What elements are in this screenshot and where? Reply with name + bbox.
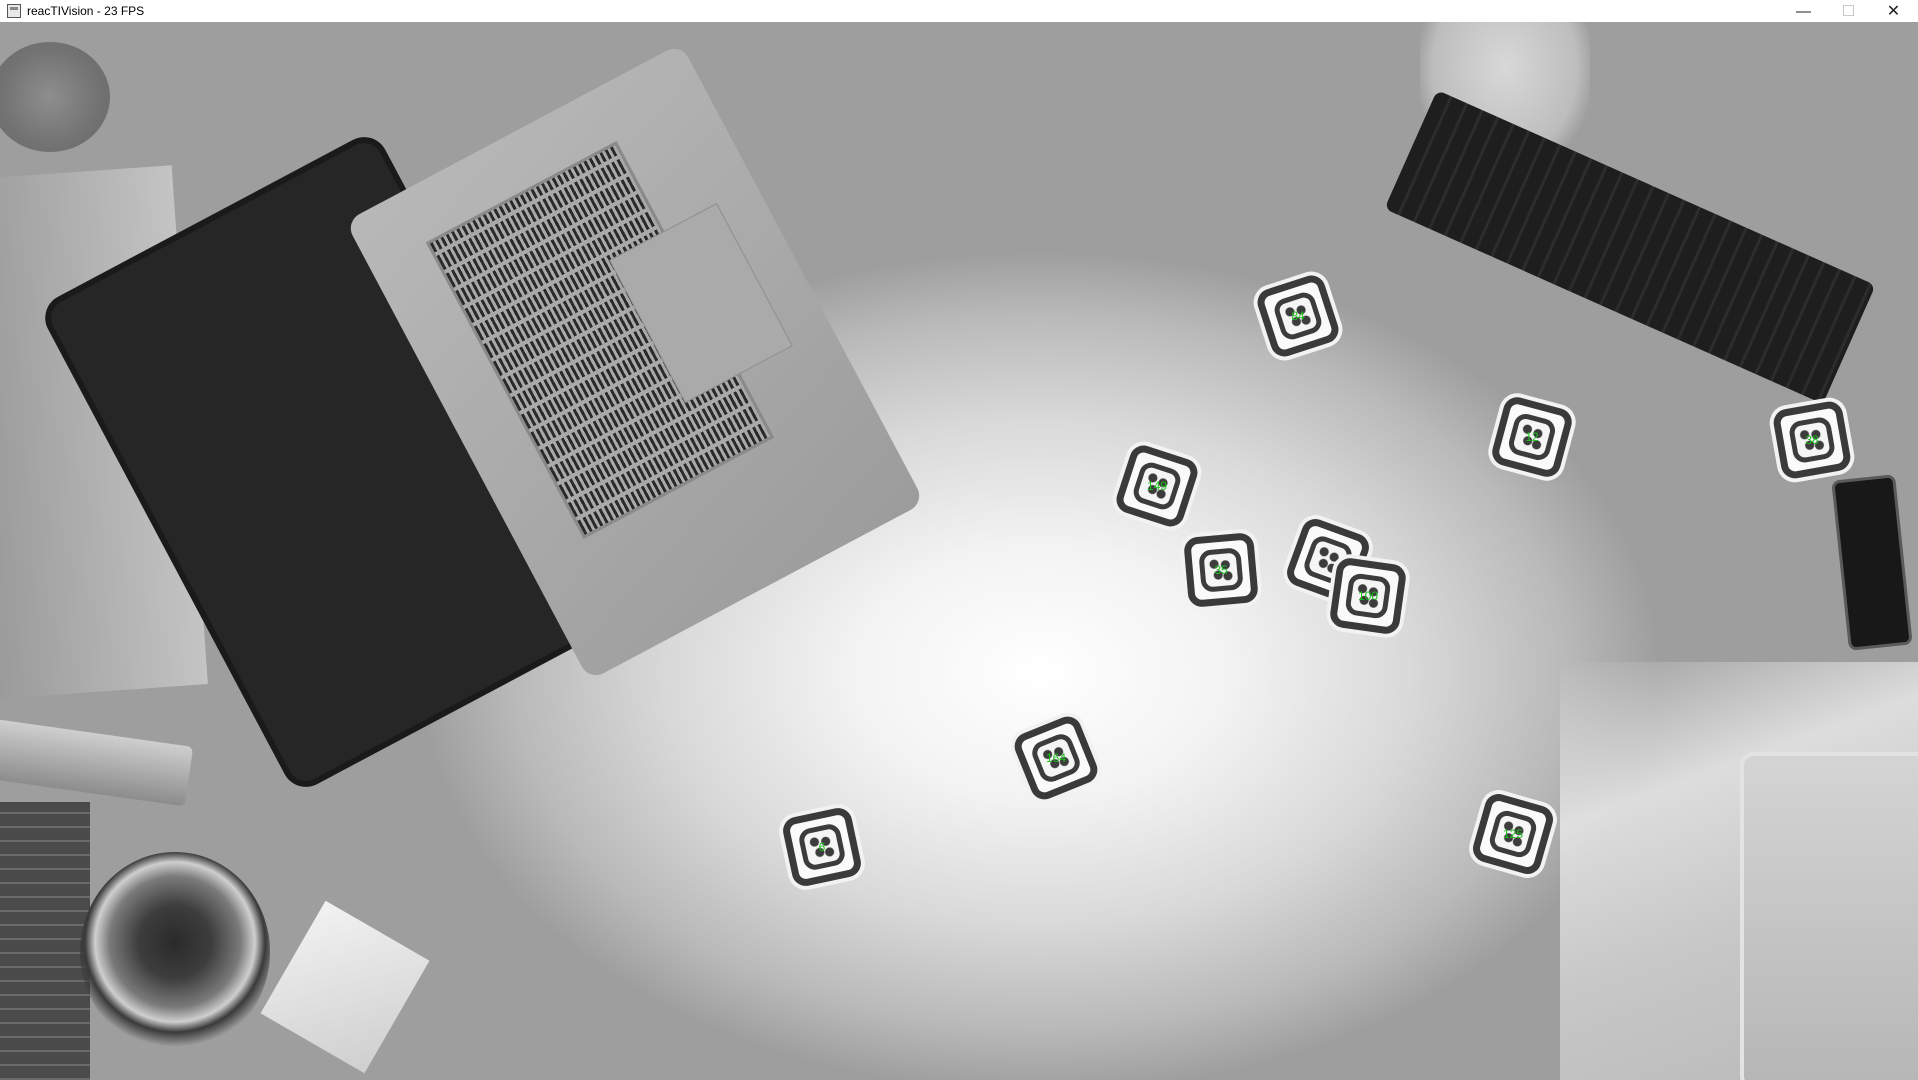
phone-object xyxy=(1831,474,1913,651)
fiducial-id-label: 84 xyxy=(1291,309,1305,323)
fiducial-id-label: 149 xyxy=(1146,479,1168,493)
fiducial-id-label: 125 xyxy=(1502,827,1524,841)
app-window-icon xyxy=(7,4,21,18)
fiducial-id-label: 12 xyxy=(1525,430,1539,444)
fiducial-id-label: 164 xyxy=(1045,751,1067,765)
window-title: reacTIVision - 23 FPS xyxy=(27,4,145,18)
tube-object xyxy=(0,717,194,807)
fiducial-id-label: 6 xyxy=(818,840,826,854)
close-icon: ✕ xyxy=(1886,3,1901,20)
box-object xyxy=(260,900,430,1074)
fiducial-id-label: 35 xyxy=(1214,563,1228,577)
fiducial-marker: 84 xyxy=(1253,271,1343,361)
fiducial-marker: 38 xyxy=(1771,399,1853,481)
maximize-button[interactable]: ☐ xyxy=(1826,0,1871,22)
cup-object xyxy=(0,42,110,152)
fiducial-marker: 149 xyxy=(1112,441,1202,531)
books-object xyxy=(0,802,90,1080)
fiducial-marker: 100 xyxy=(1328,556,1408,636)
fiducial-id-label: 38 xyxy=(1805,433,1819,447)
fiducial-marker: 12 xyxy=(1489,394,1575,480)
tray-object xyxy=(1740,752,1918,1080)
camera-view: 84 12 38 149 35 100 164 6 125 xyxy=(0,22,1918,1080)
minimize-icon: — xyxy=(1796,2,1811,20)
fiducial-id-label: 100 xyxy=(1357,589,1379,603)
minimize-button[interactable]: — xyxy=(1781,0,1826,22)
fiducial-marker: 164 xyxy=(1010,712,1102,804)
title-bar[interactable]: reacTIVision - 23 FPS — ☐ ✕ xyxy=(0,0,1918,22)
keyboard-object xyxy=(1384,90,1876,404)
fiducial-marker: 35 xyxy=(1183,532,1259,608)
maximize-icon: ☐ xyxy=(1841,3,1856,20)
fiducial-marker: 125 xyxy=(1469,790,1557,878)
fiducial-marker: 6 xyxy=(780,805,864,889)
plant-object xyxy=(80,852,270,1052)
close-button[interactable]: ✕ xyxy=(1871,0,1916,22)
